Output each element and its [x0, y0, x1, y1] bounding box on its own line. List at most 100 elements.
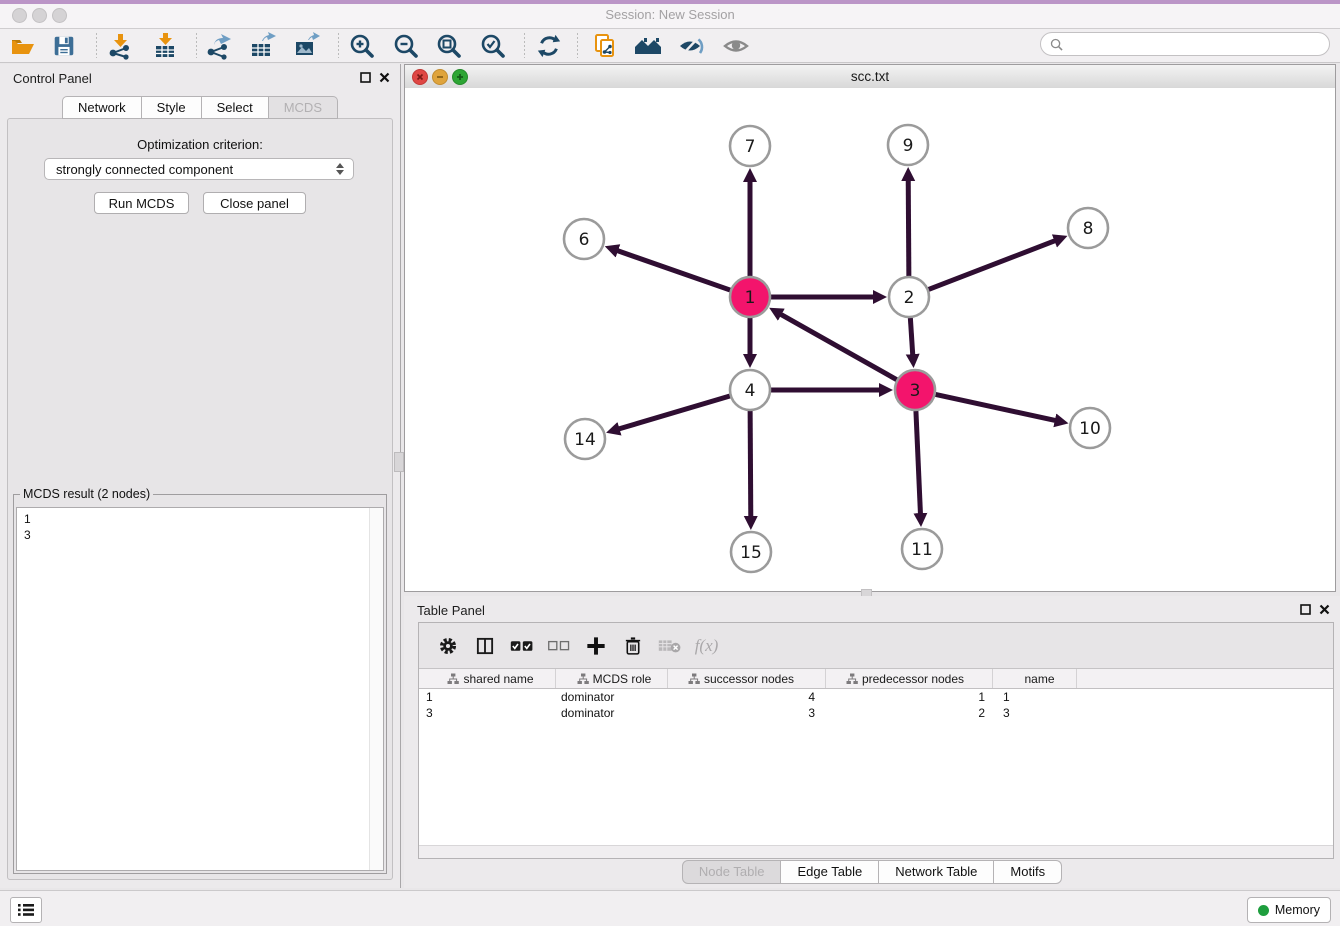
search-field[interactable] [1040, 32, 1330, 56]
table-row[interactable]: 3dominator323 [419, 705, 1333, 721]
column-layout-button[interactable] [466, 628, 503, 664]
zoom-selected-button[interactable] [476, 31, 510, 60]
column-header-successor-nodes[interactable]: successor nodes [668, 669, 826, 688]
float-table-panel-icon[interactable] [1300, 604, 1311, 615]
table-cell[interactable]: dominator [556, 690, 668, 704]
delete-column-button[interactable] [614, 628, 651, 664]
criterion-dropdown[interactable]: strongly connected component [44, 158, 354, 180]
refresh-button[interactable] [532, 31, 566, 60]
edge-3-1[interactable] [780, 314, 896, 380]
column-layout-icon [475, 636, 495, 656]
tab-style[interactable]: Style [142, 96, 202, 119]
deselect-all-button[interactable] [540, 628, 577, 664]
column-header-MCDS-role[interactable]: MCDS role [556, 669, 668, 688]
zoom-fit-button[interactable] [432, 31, 466, 60]
table-cell[interactable]: 2 [826, 706, 993, 720]
run-mcds-button[interactable]: Run MCDS [94, 192, 189, 214]
edge-4-15[interactable] [750, 411, 751, 517]
node-14[interactable]: 14 [565, 419, 605, 459]
edge-2-9[interactable] [908, 180, 909, 276]
panel-divider-grip[interactable] [394, 452, 404, 472]
node-2[interactable]: 2 [889, 277, 929, 317]
network-window-titlebar[interactable]: scc.txt [405, 65, 1335, 89]
export-image-button[interactable] [289, 31, 323, 60]
node-8[interactable]: 8 [1068, 208, 1108, 248]
table-cell[interactable]: 4 [668, 690, 826, 704]
network-graph[interactable]: 7 9 6 8 1 2 4 3 14 10 15 11 [405, 88, 1335, 591]
table-tabs: Node Table Edge Table Network Table Moti… [404, 860, 1340, 884]
toolbar-separator [338, 33, 339, 58]
close-table-panel-icon[interactable] [1319, 604, 1330, 615]
node-9[interactable]: 9 [888, 125, 928, 165]
select-all-button[interactable] [503, 628, 540, 664]
import-network-button[interactable] [103, 31, 137, 60]
edge-2-8[interactable] [929, 241, 1056, 290]
delete-table-button[interactable] [651, 628, 688, 664]
zoom-out-button[interactable] [389, 31, 423, 60]
tab-node-table[interactable]: Node Table [682, 860, 782, 884]
table-cell[interactable]: 3 [668, 706, 826, 720]
tab-edge-table[interactable]: Edge Table [781, 860, 879, 884]
add-column-button[interactable] [577, 628, 614, 664]
table-row[interactable]: 1dominator411 [419, 689, 1333, 705]
node-6[interactable]: 6 [564, 219, 604, 259]
search-input[interactable] [1067, 36, 1329, 52]
table-cell[interactable]: 1 [419, 690, 556, 704]
table-cell[interactable]: 3 [419, 706, 556, 720]
table-cell[interactable]: dominator [556, 706, 668, 720]
table-cell[interactable]: 1 [826, 690, 993, 704]
edge-3-11[interactable] [916, 411, 921, 514]
node-15[interactable]: 15 [731, 532, 771, 572]
close-panel-button[interactable]: Close panel [203, 192, 306, 214]
import-table-button[interactable] [148, 31, 182, 60]
node-3[interactable]: 3 [895, 370, 935, 410]
tab-select[interactable]: Select [202, 96, 269, 119]
zoom-in-button[interactable] [345, 31, 379, 60]
tab-mcds[interactable]: MCDS [269, 96, 338, 119]
export-table-button[interactable] [245, 31, 279, 60]
edge-1-6[interactable] [617, 251, 730, 291]
node-table[interactable]: shared nameMCDS rolesuccessor nodesprede… [419, 669, 1333, 846]
mcds-result-box[interactable]: 13 [16, 507, 384, 871]
tab-network[interactable]: Network [62, 96, 142, 119]
network-canvas[interactable]: 7 9 6 8 1 2 4 3 14 10 15 11 [405, 88, 1335, 591]
home-button[interactable] [631, 31, 665, 60]
hide-selected-button[interactable] [675, 31, 709, 60]
delete-column-icon [623, 635, 643, 657]
column-header-shared-name[interactable]: shared name [419, 669, 556, 688]
task-history-button[interactable] [10, 897, 42, 923]
tab-network-table[interactable]: Network Table [879, 860, 994, 884]
open-session-button[interactable] [6, 31, 40, 60]
memory-button[interactable]: Memory [1247, 897, 1331, 923]
float-panel-icon[interactable] [360, 72, 371, 83]
zoom-out-icon [392, 32, 420, 60]
svg-text:3: 3 [910, 381, 921, 401]
node-1[interactable]: 1 [730, 277, 770, 317]
table-horizontal-scrollbar[interactable] [419, 845, 1333, 858]
tab-motifs[interactable]: Motifs [994, 860, 1062, 884]
edge-3-10[interactable] [936, 394, 1056, 420]
node-4[interactable]: 4 [730, 370, 770, 410]
save-session-button[interactable] [47, 31, 81, 60]
node-7[interactable]: 7 [730, 126, 770, 166]
table-cell[interactable]: 3 [993, 706, 1077, 720]
svg-text:9: 9 [903, 136, 914, 156]
table-toolbar: f(x) [419, 623, 1333, 669]
show-all-button[interactable] [719, 31, 753, 60]
node-11[interactable]: 11 [902, 529, 942, 569]
list-icon [18, 903, 34, 917]
column-header-name[interactable]: name [993, 669, 1077, 688]
result-scrollbar[interactable] [369, 508, 383, 870]
close-panel-icon[interactable] [379, 72, 390, 83]
column-header-predecessor-nodes[interactable]: predecessor nodes [826, 669, 993, 688]
table-panel: Table Panel [404, 596, 1340, 888]
window-title: Session: New Session [0, 7, 1340, 22]
clone-network-button[interactable] [588, 31, 622, 60]
table-cell[interactable]: 1 [993, 690, 1077, 704]
edge-4-14[interactable] [619, 396, 730, 429]
node-10[interactable]: 10 [1070, 408, 1110, 448]
edge-2-3[interactable] [910, 318, 912, 355]
export-network-button[interactable] [201, 31, 235, 60]
function-builder-button[interactable]: f(x) [688, 628, 725, 664]
table-settings-button[interactable] [429, 628, 466, 664]
